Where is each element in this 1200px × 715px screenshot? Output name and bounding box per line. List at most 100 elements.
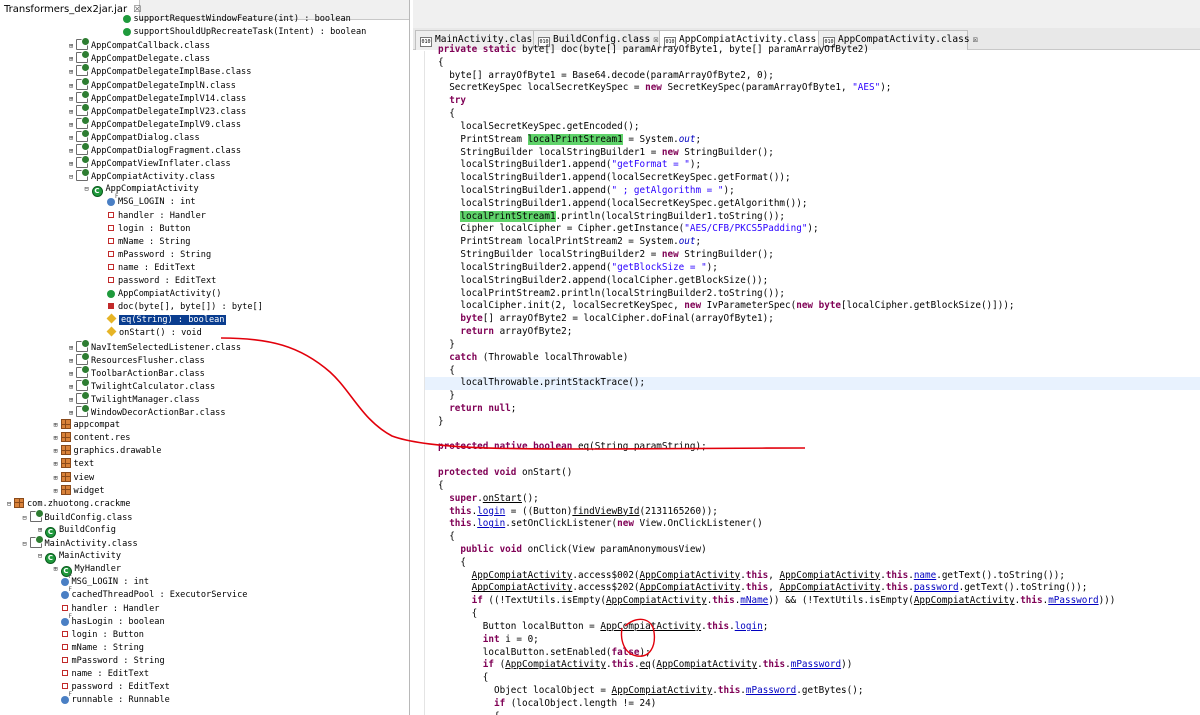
tree-node[interactable]: supportRequestWindowFeature(int) : boole… — [113, 13, 351, 26]
tree-node[interactable]: mName : String — [51, 642, 144, 655]
expand-toggle-icon[interactable]: ⊞ — [66, 80, 76, 93]
public-method-icon — [107, 290, 115, 299]
code-token: StringBuilder(); — [684, 249, 774, 261]
expand-toggle-icon[interactable]: ⊞ — [51, 445, 61, 458]
expand-toggle-icon[interactable]: ⊞ — [66, 407, 76, 420]
tree-node[interactable]: ⊞ text — [51, 458, 94, 471]
collapse-toggle-icon[interactable]: ⊟ — [20, 538, 30, 551]
tree-node[interactable]: ⊞ AppCompatDelegateImplV14.class — [66, 89, 246, 106]
close-icon[interactable]: ☒ — [973, 35, 978, 45]
code-token: { — [482, 672, 489, 684]
expand-toggle-icon[interactable]: ⊞ — [66, 368, 76, 381]
tree-node[interactable]: handler : Handler — [97, 210, 206, 223]
expand-toggle-icon[interactable]: ⊞ — [51, 563, 61, 576]
tree-node-label: TwilightManager.class — [91, 394, 200, 405]
tree-node[interactable]: mName : String — [97, 236, 190, 249]
expand-toggle-icon[interactable]: ⊞ — [66, 132, 76, 145]
code-token: IvParameterSpec( — [706, 300, 797, 312]
code-line: this.login.setOnClickListener(new View.O… — [438, 518, 762, 531]
tree-node[interactable]: ⊞ AppCompatViewInflater.class — [66, 155, 231, 171]
code-line: localStringBuilder1.append(localSecretKe… — [438, 198, 807, 211]
tree-node[interactable]: ⊟ AppCompiatActivity.class — [66, 168, 215, 184]
tree-node[interactable]: runnable : Runnable — [51, 691, 170, 707]
tree-node[interactable]: name : EditText — [97, 262, 196, 275]
expand-toggle-icon[interactable]: ⊞ — [51, 485, 61, 498]
expand-toggle-icon[interactable]: ⊞ — [66, 355, 76, 368]
tree-node[interactable]: ⊞ C MyHandler — [51, 563, 121, 578]
tree-node[interactable]: mPassword : String — [51, 655, 165, 668]
expand-toggle-icon[interactable]: ⊞ — [66, 342, 76, 355]
expand-toggle-icon[interactable]: ⊞ — [66, 394, 76, 407]
code-token: catch — [449, 351, 483, 363]
expand-toggle-icon[interactable]: ⊞ — [51, 419, 61, 432]
collapse-toggle-icon[interactable]: ⊟ — [4, 498, 14, 511]
tree-node[interactable]: ⊞ graphics.drawable — [51, 445, 161, 458]
expand-toggle-icon[interactable]: ⊞ — [66, 381, 76, 394]
tree-node[interactable]: MSG_LOGIN : int — [97, 193, 196, 209]
tree-node[interactable]: ⊞ view — [51, 471, 94, 485]
expand-toggle-icon[interactable]: ⊞ — [66, 93, 76, 106]
code-token: super — [449, 492, 478, 504]
expand-toggle-icon[interactable]: ⊞ — [66, 158, 76, 171]
code-editor[interactable]: private static byte[] doc(byte[] paramAr… — [413, 44, 1200, 715]
tree-node[interactable]: supportShouldUpRecreateTask(Intent) : bo… — [113, 26, 366, 39]
tree-node[interactable]: ⊟ C AppCompiatActivity — [82, 183, 199, 198]
expand-toggle-icon[interactable]: ⊞ — [66, 106, 76, 119]
tree-node[interactable]: ⊞ TwilightCalculator.class — [66, 377, 215, 394]
tree-node[interactable]: hasLogin : boolean — [51, 613, 165, 629]
tree-node[interactable]: name : EditText — [51, 668, 149, 681]
expand-toggle-icon[interactable]: ⊞ — [51, 458, 61, 471]
package-icon — [60, 445, 71, 456]
tree-node[interactable]: ⊞ AppCompatDelegateImplV23.class — [66, 102, 246, 119]
tree-node[interactable]: AppCompiatActivity() — [97, 288, 221, 301]
code-line: StringBuilder localStringBuilder2 = new … — [438, 249, 774, 262]
collapse-toggle-icon[interactable]: ⊟ — [82, 183, 92, 196]
tree-node[interactable]: ⊞ appcompat — [51, 419, 120, 432]
tree-node[interactable]: login : Button — [51, 629, 144, 642]
collapse-toggle-icon[interactable]: ⊟ — [20, 512, 30, 525]
code-token: { — [449, 364, 455, 376]
tree-node-label: password : EditText — [71, 682, 170, 693]
expand-toggle-icon[interactable]: ⊞ — [66, 145, 76, 158]
tree-node[interactable]: mPassword : String — [97, 249, 211, 262]
tree-node[interactable]: password : EditText — [97, 275, 216, 288]
expand-toggle-icon[interactable]: ⊞ — [66, 53, 76, 66]
code-token: } — [438, 415, 444, 427]
tree-node[interactable]: ⊞ AppCompatDialogFragment.class — [66, 142, 241, 158]
tree-node[interactable]: ⊞ widget — [51, 484, 105, 498]
code-token: .getText().toString()); — [958, 582, 1088, 594]
code-token: this — [717, 685, 741, 696]
tree-node[interactable]: doc(byte[], byte[]) : byte[] — [97, 301, 263, 314]
expand-toggle-icon[interactable]: ⊞ — [66, 66, 76, 79]
tree-node[interactable]: handler : Handler — [51, 603, 159, 616]
code-token: AppCompiatActivity — [605, 595, 707, 607]
expand-toggle-icon[interactable]: ⊞ — [66, 119, 76, 132]
tree-node[interactable]: ⊟ MainActivity.class — [20, 535, 138, 551]
collapse-toggle-icon[interactable]: ⊟ — [35, 550, 45, 563]
tree-node[interactable]: cachedThreadPool : ExecutorService — [51, 586, 247, 602]
tree-node[interactable]: ⊞ C BuildConfig — [35, 524, 116, 538]
code-token: SecretKeySpec localSecretKeySpec = — [449, 82, 646, 94]
tree-node[interactable]: onStart() : void — [97, 326, 202, 340]
tree-node[interactable]: ⊞ WindowDecorActionBar.class — [66, 404, 226, 420]
code-line: localStringBuilder2.append(localCipher.g… — [438, 275, 768, 288]
tree-node[interactable]: MSG_LOGIN : int — [51, 573, 149, 589]
code-token: new — [684, 300, 707, 312]
tree-node[interactable]: ⊟ com.zhuotong.crackme — [4, 497, 130, 511]
code-token: this — [762, 659, 786, 671]
tree-node[interactable]: ⊟ C MainActivity — [35, 550, 121, 565]
expand-toggle-icon[interactable]: ⊞ — [66, 40, 76, 53]
code-token: [localCipher.getBlockSize()])); — [841, 300, 1015, 312]
tree-node[interactable]: login : Button — [97, 223, 190, 236]
tree-node[interactable]: ⊞ AppCompatDelegateImplBase.class — [66, 63, 251, 79]
tree-node[interactable]: ⊟ BuildConfig.class — [20, 508, 132, 525]
tree-node[interactable]: ⊞ AppCompatDelegateImplN.class — [66, 76, 236, 93]
expand-toggle-icon[interactable]: ⊞ — [51, 432, 61, 445]
tree-node[interactable]: ⊞ NavItemSelectedListener.class — [66, 338, 241, 355]
tree-node[interactable]: ⊞ content.res — [51, 432, 130, 445]
tree-node[interactable]: ⊞ AppCompatDelegateImplV9.class — [66, 115, 241, 132]
expand-toggle-icon[interactable]: ⊞ — [51, 472, 61, 485]
collapse-toggle-icon[interactable]: ⊟ — [66, 171, 76, 184]
code-token: ); — [880, 82, 892, 94]
tree-node[interactable]: eq(String) : boolean — [97, 313, 227, 327]
